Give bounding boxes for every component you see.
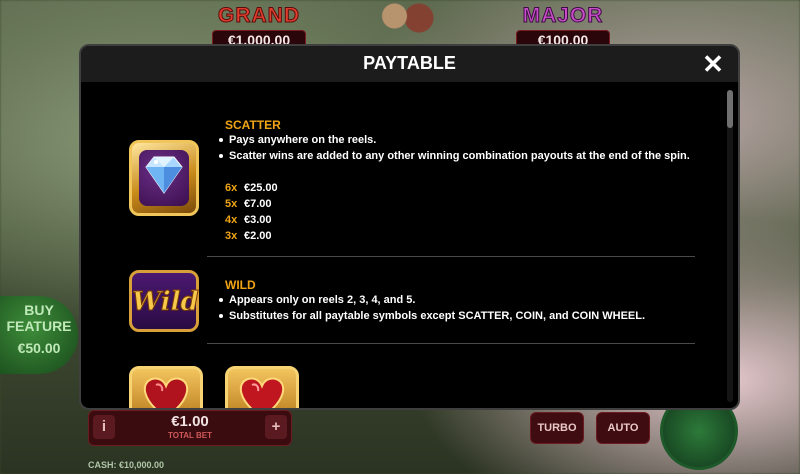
jackpot-major-title: MAJOR xyxy=(522,4,604,28)
paytable-modal: PAYTABLE ✕ SCATTER Pays anywhere on the … xyxy=(79,44,740,410)
scatter-rules: Pays anywhere on the reels. Scatter wins… xyxy=(217,132,699,164)
heart-gem-graphic xyxy=(239,377,285,408)
cash-balance: CASH: €10,000.00 xyxy=(88,460,165,470)
payout-count: 6x xyxy=(225,182,238,194)
payout-row: 4x €3.00 xyxy=(225,212,278,228)
divider xyxy=(207,343,695,344)
total-bet-label: TOTAL BET xyxy=(168,431,212,440)
scatter-symbol xyxy=(129,140,199,216)
heart-gem-icon xyxy=(225,366,299,408)
heart-gem-graphic xyxy=(143,377,189,408)
scrollbar-thumb[interactable] xyxy=(727,90,733,128)
divider xyxy=(207,256,695,257)
payout-row: 5x €7.00 xyxy=(225,196,278,212)
buy-feature-line1: BUY xyxy=(24,302,54,318)
wild-symbol-text: Wild xyxy=(132,287,200,318)
scatter-rule-2: Scatter wins are added to any other winn… xyxy=(219,148,699,164)
scatter-title: SCATTER xyxy=(225,118,281,132)
info-button[interactable]: i xyxy=(93,415,115,439)
payout-amount: €7.00 xyxy=(244,198,272,210)
wild-rule-1: Appears only on reels 2, 3, 4, and 5. xyxy=(219,292,699,308)
total-bet-value: €1.00 xyxy=(171,413,209,430)
payout-row: 3x €2.00 xyxy=(225,228,278,244)
turbo-button[interactable]: TURBO xyxy=(530,412,584,444)
payout-row: 6x €25.00 xyxy=(225,180,278,196)
buy-feature-button[interactable]: BUY FEATURE €50.00 xyxy=(0,296,78,374)
modal-title: PAYTABLE xyxy=(363,53,456,73)
heart-gem-icon xyxy=(129,366,203,408)
payout-amount: €2.00 xyxy=(244,230,272,242)
increase-bet-button[interactable]: + xyxy=(265,415,287,439)
wild-rules: Appears only on reels 2, 3, 4, and 5. Su… xyxy=(217,292,699,324)
payout-amount: €25.00 xyxy=(244,182,278,194)
payout-count: 5x xyxy=(225,198,238,210)
jackpot-grand-title: GRAND xyxy=(218,4,300,28)
buy-feature-line2: FEATURE xyxy=(6,318,72,334)
scrollbar-track[interactable] xyxy=(727,90,733,402)
wild-icon: Wild xyxy=(129,270,199,332)
character-art xyxy=(370,0,440,40)
close-icon[interactable]: ✕ xyxy=(698,49,728,79)
modal-header: PAYTABLE ✕ xyxy=(81,46,738,82)
scatter-payouts: 6x €25.00 5x €7.00 4x €3.00 3x €2.00 xyxy=(225,180,278,244)
payout-count: 3x xyxy=(225,230,238,242)
buy-feature-price: €50.00 xyxy=(17,340,61,356)
diamond-icon xyxy=(145,156,183,194)
payout-count: 4x xyxy=(225,214,238,226)
wild-title: WILD xyxy=(225,278,256,292)
bet-panel: i €1.00 TOTAL BET + xyxy=(88,410,292,446)
wild-rule-2: Substitutes for all paytable symbols exc… xyxy=(219,308,699,324)
payout-amount: €3.00 xyxy=(244,214,272,226)
auto-button[interactable]: AUTO xyxy=(596,412,650,444)
scatter-rule-1: Pays anywhere on the reels. xyxy=(219,132,699,148)
